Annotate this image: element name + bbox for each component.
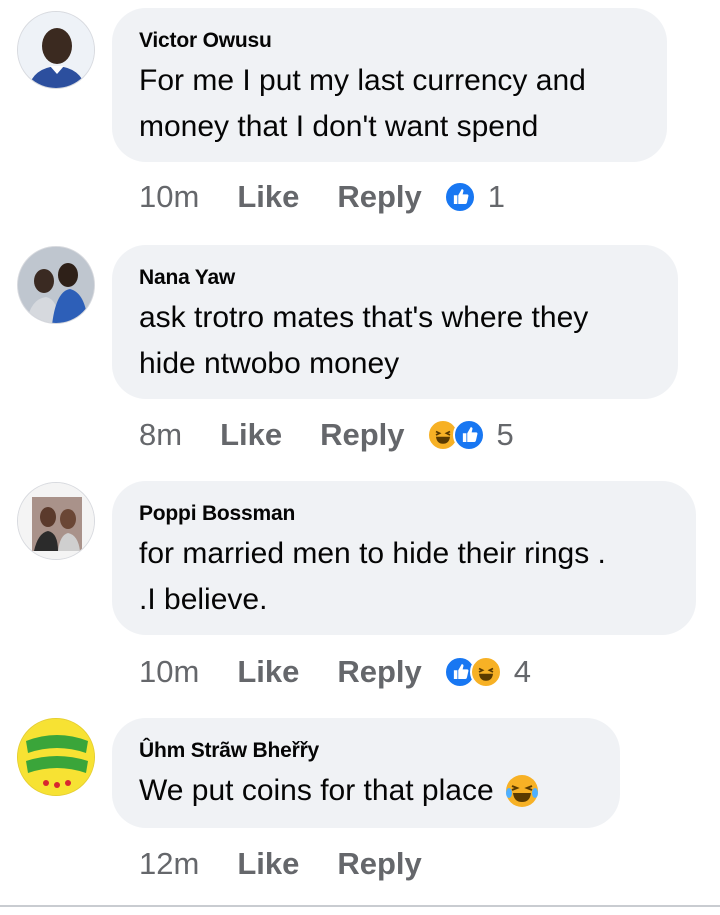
- reply-button[interactable]: Reply: [337, 846, 421, 882]
- like-reaction-icon: [443, 181, 476, 213]
- comment-author[interactable]: Poppi Bossman: [139, 501, 668, 527]
- divider: [0, 905, 720, 907]
- comment-bubble: Nana Yaw ask trotro mates that's where t…: [112, 245, 678, 399]
- avatar-photo: [18, 247, 94, 323]
- reply-button[interactable]: Reply: [337, 654, 421, 690]
- comment-author[interactable]: Nana Yaw: [139, 265, 650, 291]
- comment-timestamp[interactable]: 8m: [139, 417, 182, 453]
- reaction-summary[interactable]: 5: [426, 417, 514, 453]
- comment-timestamp[interactable]: 10m: [139, 654, 199, 690]
- comment-timestamp[interactable]: 10m: [139, 179, 199, 215]
- tears-of-joy-emoji: [504, 773, 540, 809]
- avatar-photo: [18, 12, 94, 88]
- comment-author[interactable]: Ûhm Strãw Bheřřy: [139, 738, 592, 764]
- comment-text: We put coins for that place: [139, 768, 592, 814]
- comment-text-line: .I believe.: [139, 583, 268, 616]
- comment-text-line: For me I put my last currency and: [139, 64, 586, 97]
- comment-text-line: money that I don't want spend: [139, 110, 539, 143]
- reaction-count: 1: [487, 179, 506, 214]
- comment-text: For me I put my last currency and money …: [139, 58, 639, 150]
- comment-author[interactable]: Victor Owusu: [139, 28, 639, 54]
- comment-bubble: Victor Owusu For me I put my last curren…: [112, 8, 667, 162]
- like-button[interactable]: Like: [220, 417, 282, 453]
- avatar[interactable]: [17, 482, 95, 560]
- comment-actions: 12m Like Reply: [139, 844, 444, 884]
- avatar[interactable]: [17, 11, 95, 89]
- haha-reaction-icon: [469, 656, 502, 688]
- like-reaction-icon: [452, 419, 485, 451]
- comment-text-line: for married men to hide their rings .: [139, 537, 606, 570]
- like-button[interactable]: Like: [237, 846, 299, 882]
- comment-actions: 10m Like Reply 1: [139, 177, 505, 217]
- reaction-summary[interactable]: 4: [443, 654, 532, 690]
- comment-text-line: hide ntwobo money: [139, 347, 400, 380]
- comment-actions: 8m Like Reply 5: [139, 415, 514, 455]
- comment-text: ask trotro mates that's where they hide …: [139, 295, 650, 387]
- reaction-summary[interactable]: 1: [443, 179, 506, 215]
- avatar[interactable]: [17, 718, 95, 796]
- comment-text-line: We put coins for that place: [139, 774, 494, 807]
- avatar-photo: [18, 483, 94, 559]
- comment-bubble: Ûhm Strãw Bheřřy We put coins for that p…: [112, 718, 620, 828]
- avatar-logo: [18, 719, 94, 795]
- reply-button[interactable]: Reply: [337, 179, 421, 215]
- like-button[interactable]: Like: [237, 654, 299, 690]
- comment-timestamp[interactable]: 12m: [139, 846, 199, 882]
- reaction-count: 5: [496, 417, 514, 452]
- comment-text: for married men to hide their rings . .I…: [139, 531, 668, 623]
- comment-actions: 10m Like Reply 4: [139, 652, 531, 692]
- reaction-count: 4: [513, 654, 532, 689]
- comment-text-line: ask trotro mates that's where they: [139, 301, 589, 334]
- reply-button[interactable]: Reply: [320, 417, 404, 453]
- comment-bubble: Poppi Bossman for married men to hide th…: [112, 481, 696, 635]
- avatar[interactable]: [17, 246, 95, 324]
- like-button[interactable]: Like: [237, 179, 299, 215]
